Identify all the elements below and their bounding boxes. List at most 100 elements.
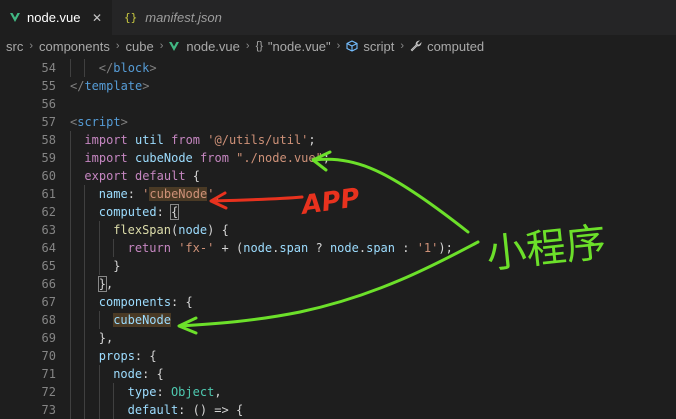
code-token: ); xyxy=(438,241,453,255)
code-token: + ( xyxy=(214,241,244,255)
code-token: default xyxy=(127,403,179,417)
code-line[interactable]: 55 </template> xyxy=(0,77,676,95)
indent-guide xyxy=(70,365,71,383)
code-text: default: () => { xyxy=(128,401,244,419)
code-line[interactable]: 72 type: Object, xyxy=(0,383,676,401)
code-token: cubeNode xyxy=(149,187,208,201)
code-line[interactable]: 65} xyxy=(0,257,676,275)
code-line[interactable]: 69}, xyxy=(0,329,676,347)
breadcrumb-module[interactable]: "node.vue" xyxy=(268,39,331,54)
indent-guide xyxy=(98,401,100,419)
indent-guide xyxy=(113,239,115,257)
chevron-right-icon: › xyxy=(245,40,250,52)
code-token: }, xyxy=(98,331,114,345)
code-token: type xyxy=(127,385,157,399)
indent-guide xyxy=(70,275,71,293)
code-token: template xyxy=(84,79,143,93)
code-line[interactable]: 68 cubeNode xyxy=(0,311,676,329)
indent-guide xyxy=(84,365,86,383)
code-token: flexSpan xyxy=(113,223,171,237)
indent-guide xyxy=(84,203,86,221)
indent-guide xyxy=(84,401,86,419)
code-line[interactable]: 56 xyxy=(0,95,676,113)
indent-guide xyxy=(70,329,71,347)
code-editor[interactable]: 54 </block> 55 </template> 56 57 <script> 58 imp… xyxy=(0,57,676,419)
code-token: ; xyxy=(308,133,316,147)
tab-manifest-json[interactable]: {} manifest.json xyxy=(111,0,251,35)
indent-guide xyxy=(84,59,86,77)
code-token: components xyxy=(98,295,172,309)
code-line[interactable]: 67 components: { xyxy=(0,293,676,311)
code-token: script xyxy=(77,115,121,129)
code-token: { xyxy=(170,204,180,220)
code-token: : xyxy=(156,385,171,399)
vue-icon xyxy=(10,13,20,22)
code-token: from xyxy=(200,151,229,165)
code-token: 'fx-' xyxy=(178,241,215,255)
indent-guide xyxy=(84,221,86,239)
code-token: , xyxy=(106,277,114,291)
chevron-right-icon: › xyxy=(400,40,405,52)
code-token: ) { xyxy=(207,223,229,237)
code-token: default xyxy=(134,169,186,183)
indent-guide xyxy=(70,131,71,149)
breadcrumb-src[interactable]: src xyxy=(6,39,23,54)
indent-guide xyxy=(84,347,86,365)
code-token: name xyxy=(98,187,128,201)
code-text: cubeNode xyxy=(113,311,171,329)
line-number: 63 xyxy=(41,223,56,237)
indent-guide xyxy=(84,185,86,203)
breadcrumb-computed[interactable]: computed xyxy=(427,39,484,54)
code-token: return xyxy=(127,241,171,255)
code-token: span xyxy=(279,241,309,255)
indent-guide xyxy=(70,59,71,77)
chevron-right-icon: › xyxy=(29,40,34,52)
code-token: '@/utils/util' xyxy=(207,133,309,147)
tab-node-vue[interactable]: node.vue ✕ xyxy=(0,0,111,35)
code-token: } xyxy=(97,276,108,292)
code-line[interactable]: 66}, xyxy=(0,275,676,293)
breadcrumb-script[interactable]: script xyxy=(363,39,394,54)
code-line[interactable]: 54 </block> xyxy=(0,59,676,77)
code-line[interactable]: 64 return 'fx-' + (node.span ? node.span … xyxy=(0,239,676,257)
code-text: <script> xyxy=(70,113,128,131)
indent-guide xyxy=(70,293,71,311)
code-text: node: { xyxy=(113,365,164,383)
code-text: }, xyxy=(97,275,114,293)
breadcrumb-file[interactable]: node.vue xyxy=(186,39,240,54)
code-line[interactable]: 71 node: { xyxy=(0,365,676,383)
indent-guide xyxy=(70,401,71,419)
code-token: </ xyxy=(70,79,85,93)
code-line[interactable]: 62 computed: { xyxy=(0,203,676,221)
code-text: </block> xyxy=(99,59,157,77)
code-token: . xyxy=(358,241,367,255)
code-line[interactable]: 57 <script> xyxy=(0,113,676,131)
line-number: 58 xyxy=(41,133,56,147)
code-text: </template> xyxy=(70,77,149,95)
code-line[interactable]: 60 export default { xyxy=(0,167,676,185)
code-line[interactable]: 61 name: 'cubeNode', xyxy=(0,185,676,203)
code-token: export xyxy=(84,169,128,183)
code-token: > xyxy=(149,61,157,75)
code-line[interactable]: 70 props: { xyxy=(0,347,676,365)
close-icon[interactable]: ✕ xyxy=(92,11,102,25)
code-line[interactable]: 58 import util from '@/utils/util'; xyxy=(0,131,676,149)
code-line[interactable]: 73 default: () => { xyxy=(0,401,676,419)
tab-label: manifest.json xyxy=(145,10,222,25)
code-token: util xyxy=(134,133,164,147)
code-token: cubeNode xyxy=(113,313,171,327)
code-token: : xyxy=(395,241,417,255)
code-line[interactable]: 59 import cubeNode from "./node.vue"; xyxy=(0,149,676,167)
line-number: 60 xyxy=(41,169,56,183)
vue-icon xyxy=(169,41,180,51)
code-line[interactable]: 63 flexSpan(node) { xyxy=(0,221,676,239)
breadcrumb-cube[interactable]: cube xyxy=(126,39,154,54)
code-text: props: { xyxy=(99,347,157,365)
line-number: 56 xyxy=(41,97,56,111)
breadcrumb-components[interactable]: components xyxy=(39,39,110,54)
line-number: 57 xyxy=(41,115,56,129)
code-text: return 'fx-' + (node.span ? node.span : … xyxy=(128,239,453,257)
